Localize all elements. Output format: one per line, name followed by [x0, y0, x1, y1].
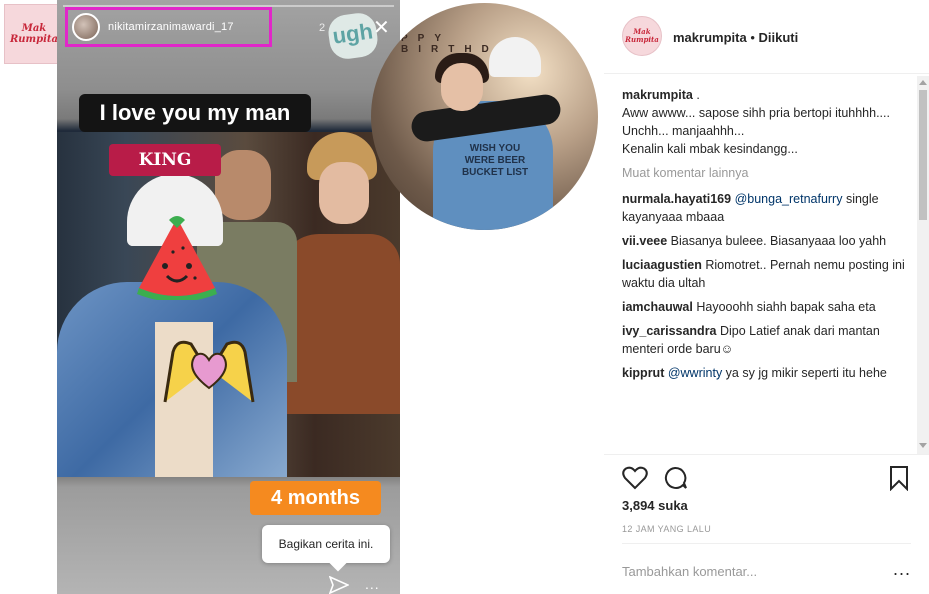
close-icon[interactable]: ✕: [373, 18, 390, 38]
photo-woman-face: [319, 162, 369, 224]
post-timestamp[interactable]: 12 JAM YANG LALU: [622, 524, 711, 534]
add-comment-input[interactable]: Tambahkan komentar...: [622, 564, 757, 579]
avatar-line2: Rumpita: [625, 35, 659, 44]
scroll-down-arrow-icon[interactable]: [919, 443, 927, 448]
comment-item: ivy_carissandra Dipo Latief anak dari ma…: [622, 322, 914, 358]
comment-mention[interactable]: @bunga_retnafurry: [735, 192, 843, 206]
logo-line2: Rumpita: [9, 34, 59, 45]
comment-text: Biasanya buleee. Biasanyaaa loo yahh: [667, 234, 887, 248]
header-separator: •: [746, 30, 759, 45]
comment-item: iamchauwal Hayooohh siahh bapak saha eta: [622, 298, 914, 316]
comment-username[interactable]: kipprut: [622, 366, 664, 380]
comments-list[interactable]: makrumpita . Aww awww... sapose sihh pri…: [622, 86, 914, 454]
photo-background-man-face: [215, 150, 271, 220]
caption-line: Kenalin kali mbak kesindangg...: [622, 142, 798, 156]
caption-username[interactable]: makrumpita: [622, 88, 693, 102]
inset-woman-face: [441, 63, 483, 111]
comments-scrollbar[interactable]: [917, 76, 929, 454]
story-caption-text: I love you my man: [79, 94, 311, 132]
header-username[interactable]: makrumpita: [673, 30, 747, 45]
caption-line: Aww awww... sapose sihh pria bertopi itu…: [622, 106, 890, 120]
ugh-sticker: ugh: [326, 10, 380, 62]
logo-line1: Mak: [21, 23, 47, 34]
load-more-comments-link[interactable]: Muat komentar lainnya: [622, 164, 914, 182]
story-photo: KING: [57, 132, 400, 477]
watermelon-sticker-icon: [137, 216, 217, 300]
photo-woman-body: [279, 234, 400, 414]
post-header: Mak Rumpita makrumpita • Diikuti: [604, 0, 929, 74]
inset-shirt-text: WISH YOU WERE BEER BUCKET LIST: [461, 143, 529, 178]
scroll-up-arrow-icon[interactable]: [919, 80, 927, 85]
likes-count[interactable]: 3,894 suka: [622, 498, 688, 513]
comment-username[interactable]: ivy_carissandra: [622, 324, 717, 338]
story-more-icon[interactable]: ...: [365, 576, 380, 592]
follow-status-button[interactable]: Diikuti: [758, 30, 798, 45]
comment-item: vii.veee Biasanya buleee. Biasanyaaa loo…: [622, 232, 914, 250]
bookmark-icon[interactable]: [886, 465, 912, 491]
comment-icon[interactable]: [662, 465, 688, 491]
caption-first-line: .: [692, 88, 700, 102]
makrumpita-logo: Mak Rumpita: [4, 4, 64, 64]
heart-hands-sticker-icon: [163, 340, 255, 403]
comment-text: Hayooohh siahh bapak saha eta: [692, 300, 876, 314]
share-story-tooltip: Bagikan cerita ini.: [262, 525, 390, 563]
post-caption: makrumpita . Aww awww... sapose sihh pri…: [622, 86, 914, 158]
story-frame: nikitamirzanimawardi_17 2 ugh ✕ I love y…: [57, 0, 400, 594]
post-actions-footer: 3,894 suka 12 JAM YANG LALU Tambahkan ko…: [604, 454, 929, 594]
comment-item: nurmala.hayati169 @bunga_retnafurry sing…: [622, 190, 914, 226]
circle-inset-photo: PPY BIRTHDA WISH YOU WERE BEER BUCKET LI…: [371, 3, 598, 230]
caption-line: Unchh... manjaahhh...: [622, 124, 745, 138]
comment-item: kipprut @wwrinty ya sy jg mikir seperti …: [622, 364, 914, 382]
comment-username[interactable]: vii.veee: [622, 234, 667, 248]
footer-divider: [622, 543, 911, 544]
story-time: 2: [319, 22, 326, 34]
comment-text: ya sy jg mikir seperti itu hehe: [722, 366, 887, 380]
scroll-thumb[interactable]: [919, 90, 927, 220]
story-username[interactable]: nikitamirzanimawardi_17: [108, 21, 234, 33]
story-avatar[interactable]: [72, 13, 100, 41]
heart-icon[interactable]: [622, 465, 648, 491]
months-badge: 4 months: [250, 481, 381, 515]
more-options-icon[interactable]: ...: [893, 559, 911, 580]
comment-item: luciaagustien Riomotret.. Pernah nemu po…: [622, 256, 914, 292]
comment-username[interactable]: nurmala.hayati169: [622, 192, 731, 206]
king-sticker: KING: [109, 144, 221, 176]
post-sidebar: Mak Rumpita makrumpita • Diikuti makrump…: [604, 0, 929, 594]
birthday-banner: PPY BIRTHDA: [401, 33, 516, 55]
header-user-line: makrumpita • Diikuti: [673, 30, 798, 45]
avatar[interactable]: Mak Rumpita: [622, 16, 662, 56]
comment-mention[interactable]: @wwrinty: [668, 366, 722, 380]
story-viewer-pane: Mak Rumpita nikitamirzanimawardi_17 2 ug…: [0, 0, 604, 594]
send-icon[interactable]: [329, 576, 349, 594]
story-user-highlight[interactable]: nikitamirzanimawardi_17: [65, 7, 272, 47]
comment-username[interactable]: iamchauwal: [622, 300, 693, 314]
comment-username[interactable]: luciaagustien: [622, 258, 702, 272]
